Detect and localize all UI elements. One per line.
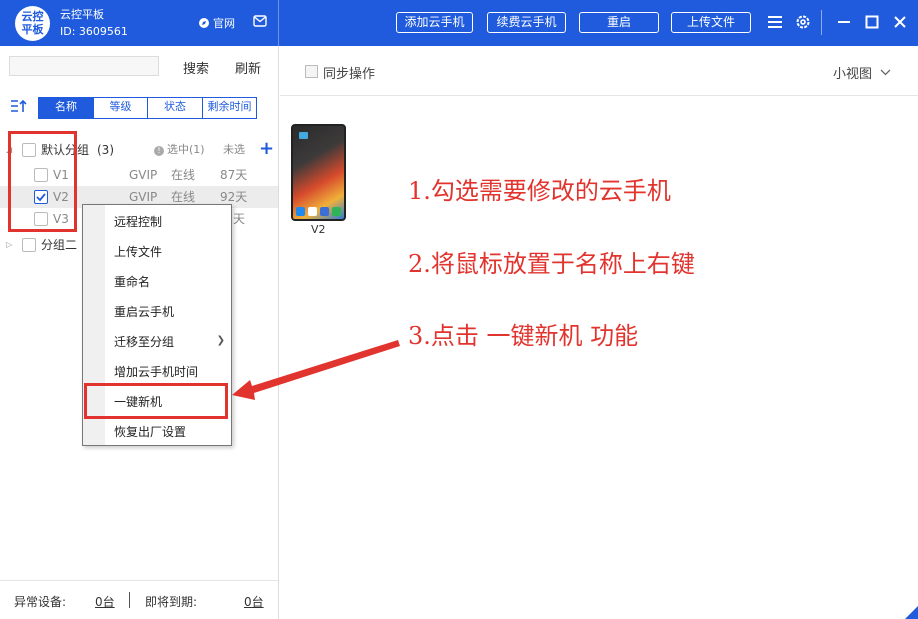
app-icon xyxy=(308,207,317,216)
toolbar: 同步操作 小视图 xyxy=(280,46,918,96)
menu-item-upload-file[interactable]: 上传文件 xyxy=(114,243,162,260)
search-button[interactable]: 搜索 xyxy=(183,58,209,77)
tab-name[interactable]: 名称 xyxy=(39,98,94,118)
tab-status[interactable]: 状态 xyxy=(148,98,203,118)
group-count: (3) xyxy=(97,143,114,157)
minimize-icon[interactable] xyxy=(835,13,853,31)
instruction-step-3: 3.点击 一键新机 功能 xyxy=(408,322,639,350)
app-icon xyxy=(296,207,305,216)
device-remaining: 天 xyxy=(233,212,246,226)
sync-checkbox[interactable] xyxy=(305,65,318,78)
info-icon: ! xyxy=(154,146,164,156)
annotation-highlight-box xyxy=(84,383,228,419)
app-icon xyxy=(299,132,308,139)
expiring-label: 即将到期: xyxy=(145,595,198,609)
official-site-label: 官网 xyxy=(213,17,235,30)
title-bar: 云控 平板 云控平板 ID: 3609561 官网 添加云手机 续费云手机 重启… xyxy=(0,0,918,46)
view-mode-value: 小视图 xyxy=(832,67,872,82)
device-remaining: 87天 xyxy=(220,168,248,182)
selected-count: ! 选中(1) xyxy=(154,139,205,161)
app-id: ID: 3609561 xyxy=(60,25,128,38)
instruction-step-2: 2.将鼠标放置于名称上右键 xyxy=(408,250,695,278)
app-logo-text: 云控 平板 xyxy=(21,10,44,36)
mail-icon[interactable] xyxy=(253,15,267,27)
sort-tabs: 名称 等级 状态 剩余时间 xyxy=(38,97,257,119)
device-thumbnail[interactable] xyxy=(291,124,346,221)
annotation-highlight-box xyxy=(8,131,77,232)
title-divider xyxy=(278,0,279,46)
upload-file-button[interactable]: 上传文件 xyxy=(671,12,751,33)
menu-item-rename[interactable]: 重命名 xyxy=(114,273,150,290)
menu-item-remote-control[interactable]: 远程控制 xyxy=(114,213,162,230)
app-icon xyxy=(320,207,329,216)
restart-button[interactable]: 重启 xyxy=(579,12,659,33)
device-status: 在线 xyxy=(171,168,196,182)
device-level: GVIP xyxy=(129,168,158,182)
collapse-caret-icon[interactable]: ▷ xyxy=(6,234,12,256)
search-input[interactable] xyxy=(9,56,159,76)
group-name: 分组二 xyxy=(41,238,78,252)
gear-icon[interactable] xyxy=(794,13,812,31)
close-icon[interactable] xyxy=(891,13,909,31)
tab-level[interactable]: 等级 xyxy=(94,98,148,118)
maximize-icon[interactable] xyxy=(863,13,881,31)
add-icon[interactable]: + xyxy=(259,138,274,160)
group-checkbox[interactable] xyxy=(22,238,36,252)
sync-label[interactable]: 同步操作 xyxy=(323,63,375,82)
expiring-value[interactable]: 0台 xyxy=(244,593,264,610)
menu-item-move-to-group[interactable]: 迁移至分组 xyxy=(114,333,174,350)
submenu-arrow-icon: ❯ xyxy=(216,335,225,346)
add-cloud-phone-button[interactable]: 添加云手机 xyxy=(396,12,473,33)
device-thumbnail-label: V2 xyxy=(311,223,326,236)
view-mode-select[interactable]: 小视图 xyxy=(833,63,891,82)
menu-icon[interactable] xyxy=(766,13,784,31)
unselected-label[interactable]: 未选 xyxy=(223,139,245,161)
footer-divider xyxy=(0,580,278,581)
compass-icon xyxy=(199,18,209,28)
official-site-link[interactable]: 官网 xyxy=(198,15,235,31)
tab-remaining-time[interactable]: 剩余时间 xyxy=(203,98,256,118)
app-icon xyxy=(332,207,341,216)
abnormal-devices-label: 异常设备: xyxy=(14,595,67,609)
chevron-down-icon xyxy=(880,69,891,76)
sort-icon[interactable] xyxy=(10,99,28,113)
resize-grip[interactable] xyxy=(905,606,918,619)
menu-item-add-time[interactable]: 增加云手机时间 xyxy=(114,363,198,380)
instruction-step-1: 1.勾选需要修改的云手机 xyxy=(408,177,671,205)
titlebar-divider xyxy=(821,10,822,35)
abnormal-devices-value[interactable]: 0台 xyxy=(95,593,115,610)
footer-separator xyxy=(129,592,130,608)
menu-item-factory-reset[interactable]: 恢复出厂设置 xyxy=(114,423,186,440)
selected-label: 选中(1) xyxy=(167,143,205,156)
app-logo: 云控 平板 xyxy=(15,6,50,41)
app-name: 云控平板 xyxy=(60,8,104,21)
menu-item-restart-phone[interactable]: 重启云手机 xyxy=(114,303,174,320)
renew-cloud-phone-button[interactable]: 续费云手机 xyxy=(487,12,566,33)
dock-icons xyxy=(296,207,341,216)
refresh-button[interactable]: 刷新 xyxy=(235,58,261,77)
